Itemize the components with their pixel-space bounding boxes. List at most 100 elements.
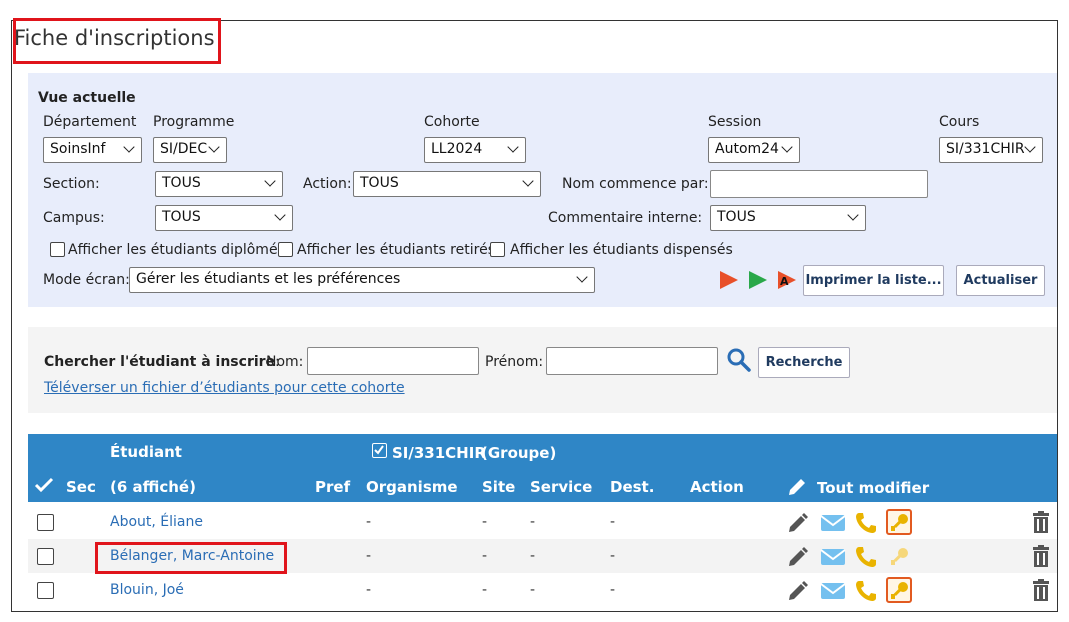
session-select[interactable]: Autom24 xyxy=(708,137,800,163)
commentaire-select[interactable]: TOUS xyxy=(710,205,866,231)
cours-value: SI/331CHIR xyxy=(946,141,1025,157)
chevron-down-icon xyxy=(522,175,534,187)
dispenses-checkbox[interactable] xyxy=(490,242,505,257)
pencil-icon[interactable] xyxy=(786,474,810,498)
retires-checkbox[interactable] xyxy=(278,242,293,257)
service-cell: - xyxy=(530,514,536,530)
email-icon[interactable] xyxy=(820,547,846,567)
site-cell: - xyxy=(482,582,488,598)
commentaire-value: TOUS xyxy=(717,209,756,225)
phone-icon[interactable] xyxy=(854,545,878,569)
email-icon[interactable] xyxy=(820,581,846,601)
organisme-cell: - xyxy=(366,514,372,530)
actualiser-button[interactable]: Actualiser xyxy=(956,265,1045,296)
campus-select[interactable]: TOUS xyxy=(155,205,293,231)
section-value: TOUS xyxy=(162,175,201,191)
header-course: SI/331CHIR xyxy=(392,444,486,462)
title-highlight-box xyxy=(13,18,221,64)
key-icon[interactable] xyxy=(889,580,911,602)
header-service[interactable]: Service xyxy=(530,478,592,496)
header-groupe: (Groupe) xyxy=(481,444,557,462)
header-dest[interactable]: Dest. xyxy=(610,478,654,496)
upload-link[interactable]: Téléverser un fichier d’étudiants pour c… xyxy=(44,380,405,396)
play-red-icon[interactable] xyxy=(718,269,740,291)
chevron-down-icon xyxy=(123,141,135,153)
student-name-link[interactable]: About, Éliane xyxy=(110,514,203,530)
departement-label: Département xyxy=(43,114,137,130)
dest-cell: - xyxy=(610,514,616,530)
row-checkbox[interactable] xyxy=(37,548,54,565)
action-select[interactable]: TOUS xyxy=(353,171,541,197)
recherche-button[interactable]: Recherche xyxy=(758,347,850,378)
cours-label: Cours xyxy=(939,114,980,130)
nom-commence-input[interactable] xyxy=(710,170,928,198)
chevron-down-icon xyxy=(847,209,859,221)
cohorte-label: Cohorte xyxy=(424,114,480,130)
dest-cell: - xyxy=(610,582,616,598)
header-etudiant[interactable]: Étudiant xyxy=(110,443,182,461)
cohorte-select[interactable]: LL2024 xyxy=(424,137,526,163)
chevron-down-icon xyxy=(1024,141,1036,153)
filters-panel: Vue actuelle Département Programme Cohor… xyxy=(28,73,1057,307)
search-icon[interactable] xyxy=(726,347,752,373)
play-alpha-icon[interactable]: A xyxy=(776,269,798,291)
campus-label: Campus: xyxy=(43,210,105,226)
key-icon[interactable] xyxy=(889,546,911,568)
programme-select[interactable]: SI/DEC xyxy=(153,137,227,163)
header-pref[interactable]: Pref xyxy=(315,478,350,496)
search-panel: Chercher l'étudiant à inscrire: Nom: Pré… xyxy=(28,327,1057,413)
mode-ecran-select[interactable]: Gérer les étudiants et les préférences xyxy=(129,267,595,293)
service-cell: - xyxy=(530,548,536,564)
organisme-cell: - xyxy=(366,582,372,598)
departement-select[interactable]: SoinsInf xyxy=(43,137,142,163)
diplomes-checkbox[interactable] xyxy=(50,242,65,257)
session-value: Autom24 xyxy=(715,141,779,157)
checkmark-icon xyxy=(374,445,384,455)
row-checkbox[interactable] xyxy=(37,582,54,599)
header-organisme[interactable]: Organisme xyxy=(366,478,458,496)
retires-label: Afficher les étudiants retirés xyxy=(297,242,495,258)
prenom-input[interactable] xyxy=(546,347,718,375)
header-site[interactable]: Site xyxy=(482,478,515,496)
search-heading-text: Chercher l'étudiant à inscrire xyxy=(44,354,276,370)
header-sec[interactable]: Sec xyxy=(66,478,96,496)
header-tout-modifier[interactable]: Tout modifier xyxy=(817,479,929,497)
phone-icon[interactable] xyxy=(854,511,878,535)
programme-label: Programme xyxy=(153,114,235,130)
chevron-down-icon xyxy=(507,141,519,153)
play-green-icon[interactable] xyxy=(747,269,769,291)
edit-pencil-icon[interactable] xyxy=(786,545,810,569)
trash-icon[interactable] xyxy=(1031,510,1051,534)
search-heading: Chercher l'étudiant à inscrire: xyxy=(44,354,280,370)
trash-icon[interactable] xyxy=(1031,578,1051,602)
chevron-down-icon xyxy=(781,141,793,153)
dest-cell: - xyxy=(610,548,616,564)
session-label: Session xyxy=(708,114,762,130)
edit-pencil-icon[interactable] xyxy=(786,579,810,603)
campus-value: TOUS xyxy=(162,209,201,225)
nom-input[interactable] xyxy=(307,347,479,375)
nom-label: Nom: xyxy=(266,354,304,370)
table-row: About, Éliane - - - - xyxy=(28,505,1057,539)
header-action[interactable]: Action xyxy=(690,478,744,496)
section-select[interactable]: TOUS xyxy=(155,171,283,197)
email-icon[interactable] xyxy=(820,513,846,533)
dispenses-label: Afficher les étudiants dispensés xyxy=(510,242,733,258)
row-highlight-box xyxy=(95,542,287,574)
row-checkbox[interactable] xyxy=(37,514,54,531)
key-icon[interactable] xyxy=(889,512,911,534)
cours-select[interactable]: SI/331CHIR xyxy=(939,137,1043,163)
imprimer-button[interactable]: Imprimer la liste... xyxy=(803,265,944,296)
svg-text:A: A xyxy=(780,275,789,288)
select-all-check-icon[interactable] xyxy=(34,476,54,494)
programme-value: SI/DEC xyxy=(160,141,208,157)
mode-ecran-value: Gérer les étudiants et les préférences xyxy=(136,271,401,287)
edit-pencil-icon[interactable] xyxy=(786,511,810,535)
service-cell: - xyxy=(530,582,536,598)
course-group-checkbox[interactable] xyxy=(372,443,387,458)
trash-icon[interactable] xyxy=(1031,544,1051,568)
table-row: Blouin, Joé - - - - xyxy=(28,573,1057,607)
student-name-link[interactable]: Blouin, Joé xyxy=(110,582,184,598)
chevron-down-icon xyxy=(274,209,286,221)
phone-icon[interactable] xyxy=(854,579,878,603)
